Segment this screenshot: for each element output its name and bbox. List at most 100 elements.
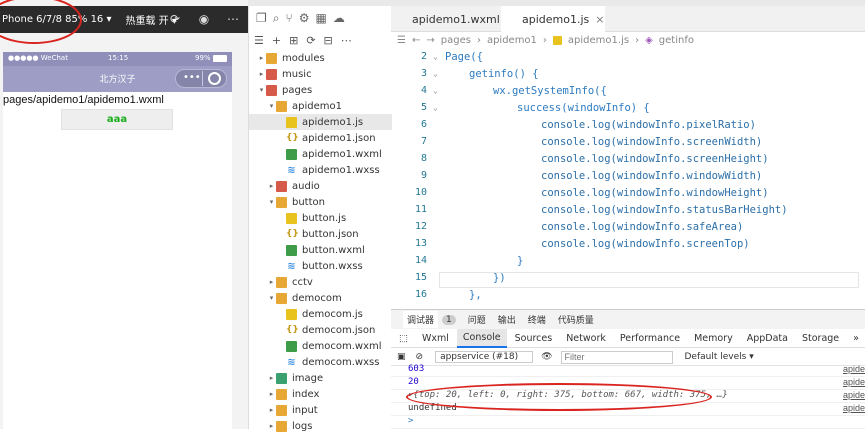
tree-item[interactable]: ≋ democom.wxss bbox=[249, 354, 392, 370]
tab-storage[interactable]: Storage bbox=[802, 333, 839, 344]
close-circle-icon[interactable] bbox=[208, 72, 221, 85]
back-arrow-icon[interactable]: ← bbox=[412, 35, 420, 46]
files-icon[interactable]: ❐ bbox=[256, 11, 267, 25]
tree-item[interactable]: ▸ music bbox=[249, 66, 392, 82]
refresh-icon[interactable]: ⟳ bbox=[168, 12, 182, 26]
code-line: console.log(windowInfo.safeArea) bbox=[541, 221, 744, 233]
search-icon[interactable]: ⌕ bbox=[273, 11, 280, 26]
chevron-right-icon[interactable]: ▸ bbox=[267, 278, 276, 286]
wxml-file-icon bbox=[286, 340, 297, 352]
capsule-menu[interactable]: ••• bbox=[175, 69, 227, 88]
chevron-right-icon[interactable]: ▸ bbox=[267, 374, 276, 382]
tree-item[interactable]: button.js bbox=[249, 210, 392, 226]
tab-sources[interactable]: Sources bbox=[515, 333, 553, 344]
fold-icon[interactable]: ⌄ bbox=[433, 52, 438, 61]
tree-item-label: apidemo1 bbox=[292, 100, 342, 112]
chevron-right-icon[interactable]: ▸ bbox=[257, 54, 266, 62]
new-folder-icon[interactable]: ⊞ bbox=[289, 34, 298, 47]
breadcrumb-item[interactable]: pages bbox=[441, 35, 471, 46]
source-link[interactable]: apide bbox=[843, 364, 865, 374]
tab-apidemo1-js[interactable]: apidemo1.js × bbox=[501, 6, 605, 32]
tree-item[interactable]: democom.js bbox=[249, 306, 392, 322]
tab-performance[interactable]: Performance bbox=[620, 333, 680, 344]
forward-arrow-icon[interactable]: → bbox=[426, 35, 434, 46]
tree-item[interactable]: button.wxml bbox=[249, 242, 392, 258]
context-select[interactable]: appservice (#18) bbox=[435, 351, 534, 363]
more-icon[interactable]: ⋯ bbox=[226, 12, 240, 26]
tree-item[interactable]: apidemo1.js bbox=[249, 114, 392, 130]
fold-icon[interactable]: ⌄ bbox=[433, 86, 438, 95]
tab-wxml[interactable]: Wxml bbox=[422, 333, 449, 344]
devtools-panel: 调试器 1 问题 输出 终端 代码质量 ⬚ Wxml Console Sourc… bbox=[391, 309, 865, 429]
tree-item[interactable]: ▾ button bbox=[249, 194, 392, 210]
source-control-icon[interactable]: ⑂ bbox=[286, 11, 293, 25]
sidebar-toggle-icon[interactable]: ▣ bbox=[397, 352, 406, 362]
tab-appdata[interactable]: AppData bbox=[747, 333, 788, 344]
tree-item[interactable]: {} button.json bbox=[249, 226, 392, 242]
chevron-right-icon[interactable]: ▸ bbox=[267, 406, 276, 414]
tree-item[interactable]: ▸ logs bbox=[249, 418, 392, 434]
tree-item[interactable]: ▾ democom bbox=[249, 290, 392, 306]
source-link[interactable]: apide bbox=[843, 377, 865, 387]
tab-terminal[interactable]: 终端 bbox=[528, 313, 546, 326]
tree-item[interactable]: {} democom.json bbox=[249, 322, 392, 338]
source-link[interactable]: apide bbox=[843, 390, 865, 400]
tab-output[interactable]: 输出 bbox=[498, 313, 516, 326]
menu-icon[interactable]: ☰ bbox=[254, 34, 264, 47]
chevron-down-icon[interactable]: ▾ bbox=[257, 86, 266, 94]
source-link[interactable]: apide bbox=[843, 403, 865, 413]
tab-code-quality[interactable]: 代码质量 bbox=[558, 313, 594, 326]
tree-item[interactable]: ▸ index bbox=[249, 386, 392, 402]
tree-item[interactable]: ≋ button.wxss bbox=[249, 258, 392, 274]
code-editor[interactable]: 2 ⌄ Page({3 ⌄ getinfo() {4 ⌄ wx.getSystemInfo(… bbox=[391, 49, 865, 309]
chevron-right-icon[interactable]: ▸ bbox=[267, 390, 276, 398]
fold-icon[interactable]: ⌄ bbox=[433, 103, 438, 112]
refresh-tree-icon[interactable]: ⟳ bbox=[306, 34, 315, 47]
tab-memory[interactable]: Memory bbox=[694, 333, 733, 344]
tree-item[interactable]: ▾ pages bbox=[249, 82, 392, 98]
clear-console-icon[interactable]: ⊘ bbox=[416, 352, 424, 362]
stop-icon[interactable]: ◉ bbox=[197, 12, 211, 26]
breadcrumb-item[interactable]: apidemo1 bbox=[487, 35, 537, 46]
tab-apidemo1-wxml[interactable]: apidemo1.wxml bbox=[391, 6, 503, 32]
chevron-down-icon[interactable]: ▾ bbox=[267, 294, 276, 302]
filter-input[interactable] bbox=[560, 350, 673, 364]
more-options-icon[interactable]: ⋯ bbox=[341, 34, 352, 47]
inspect-icon[interactable]: ⬚ bbox=[399, 333, 408, 344]
breadcrumb-item[interactable]: getinfo bbox=[659, 35, 694, 46]
chevron-down-icon[interactable]: ▾ bbox=[267, 102, 276, 110]
debug-icon[interactable]: ⚙ bbox=[299, 11, 310, 25]
tab-problems[interactable]: 问题 bbox=[468, 313, 486, 326]
fold-icon[interactable]: ⌄ bbox=[433, 69, 438, 78]
breadcrumb-item[interactable]: apidemo1.js bbox=[568, 35, 629, 46]
tab-debugger[interactable]: 调试器 bbox=[403, 311, 439, 328]
menu-dots-icon[interactable]: ••• bbox=[183, 72, 201, 83]
code-line: console.log(windowInfo.screenHeight) bbox=[541, 153, 769, 165]
collapse-icon[interactable]: ⊟ bbox=[324, 34, 333, 47]
list-icon[interactable]: ☰ bbox=[397, 35, 406, 46]
more-tabs-icon[interactable]: » bbox=[853, 333, 859, 344]
tab-console[interactable]: Console bbox=[456, 329, 507, 348]
tree-item[interactable]: ▸ modules bbox=[249, 50, 392, 66]
tree-item[interactable]: democom.wxml bbox=[249, 338, 392, 354]
chevron-down-icon[interactable]: ▾ bbox=[267, 198, 276, 206]
tree-item[interactable]: {} apidemo1.json bbox=[249, 130, 392, 146]
tree-item[interactable]: ▸ audio bbox=[249, 178, 392, 194]
tree-item[interactable]: ▾ apidemo1 bbox=[249, 98, 392, 114]
chevron-right-icon[interactable]: ▸ bbox=[257, 70, 266, 78]
tree-item[interactable]: ▸ input bbox=[249, 402, 392, 418]
levels-select[interactable]: Default levels ▾ bbox=[685, 352, 754, 362]
tree-item[interactable]: ▸ image bbox=[249, 370, 392, 386]
tree-item[interactable]: ≋ apidemo1.wxss bbox=[249, 162, 392, 178]
aaa-button[interactable]: aaa bbox=[61, 109, 173, 130]
add-file-icon[interactable]: + bbox=[272, 34, 281, 47]
chevron-right-icon[interactable]: ▸ bbox=[267, 182, 276, 190]
close-tab-icon[interactable]: × bbox=[595, 13, 604, 26]
line-number: 10 bbox=[414, 187, 427, 198]
eye-icon[interactable]: 👁 bbox=[541, 352, 552, 362]
extensions-icon[interactable]: ▦ bbox=[315, 11, 326, 25]
cloud-icon[interactable]: ☁ bbox=[333, 11, 345, 25]
tree-item[interactable]: ▸ cctv bbox=[249, 274, 392, 290]
tab-network[interactable]: Network bbox=[566, 333, 606, 344]
tree-item[interactable]: apidemo1.wxml bbox=[249, 146, 392, 162]
